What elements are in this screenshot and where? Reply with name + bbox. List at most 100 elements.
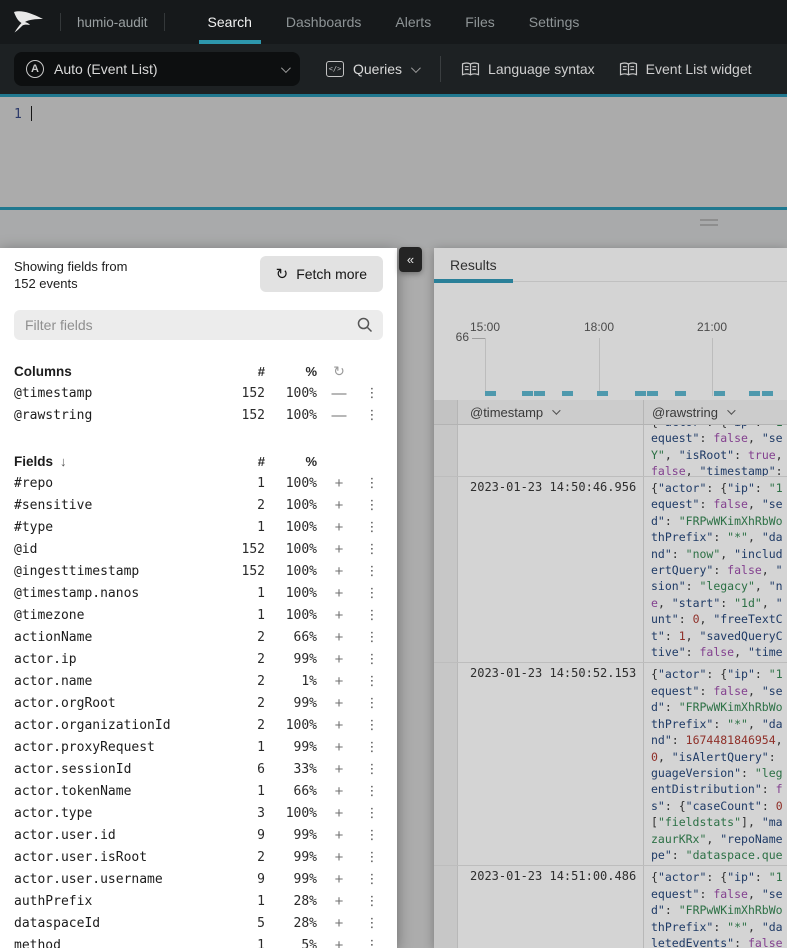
field-menu-icon[interactable]: ⋮ (361, 916, 383, 931)
field-action-icon[interactable]: + (317, 739, 361, 756)
histogram-bar[interactable] (534, 391, 545, 396)
histogram-bar[interactable] (675, 391, 686, 396)
nav-item-search[interactable]: Search (191, 0, 269, 44)
field-action-icon[interactable]: + (317, 849, 361, 866)
collapse-panel-button[interactable]: « (399, 247, 422, 272)
histogram-bar[interactable] (597, 391, 608, 396)
field-row[interactable]: dataspaceId 5 28% + ⋮ (14, 912, 383, 934)
histogram-bar[interactable] (522, 391, 533, 396)
field-row[interactable]: actor.user.username 9 99% + ⋮ (14, 868, 383, 890)
field-row[interactable]: actor.proxyRequest 1 99% + ⋮ (14, 736, 383, 758)
event-row[interactable]: 2023-01-23 14:45:45.093 {"actor": {"ip":… (434, 425, 787, 477)
event-histogram[interactable]: 66 15:0018:0021:00 (434, 282, 787, 400)
field-action-icon[interactable]: + (317, 717, 361, 734)
field-row[interactable]: actor.orgRoot 2 99% + ⋮ (14, 692, 383, 714)
field-action-icon[interactable]: — (317, 385, 361, 402)
field-row[interactable]: @timezone 1 100% + ⋮ (14, 604, 383, 626)
field-action-icon[interactable]: + (317, 937, 361, 948)
field-menu-icon[interactable]: ⋮ (361, 828, 383, 843)
field-action-icon[interactable]: + (317, 651, 361, 668)
column-header-timestamp[interactable]: @timestamp (458, 400, 643, 424)
field-row[interactable]: @timestamp 152 100% — ⋮ (14, 382, 383, 404)
refresh-columns-icon[interactable]: ↻ (317, 363, 361, 380)
fetch-more-button[interactable]: ↻ Fetch more (260, 256, 383, 292)
field-action-icon[interactable]: + (317, 915, 361, 932)
field-action-icon[interactable]: + (317, 761, 361, 778)
field-action-icon[interactable]: + (317, 629, 361, 646)
field-row[interactable]: @rawstring 152 100% — ⋮ (14, 404, 383, 426)
field-menu-icon[interactable]: ⋮ (361, 630, 383, 645)
field-row[interactable]: #type 1 100% + ⋮ (14, 516, 383, 538)
histogram-bar[interactable] (749, 391, 760, 396)
field-row[interactable]: actor.ip 2 99% + ⋮ (14, 648, 383, 670)
field-menu-icon[interactable]: ⋮ (361, 850, 383, 865)
field-row[interactable]: #sensitive 2 100% + ⋮ (14, 494, 383, 516)
field-row[interactable]: actor.user.id 9 99% + ⋮ (14, 824, 383, 846)
sort-descending-icon[interactable]: ↓ (60, 454, 67, 469)
field-action-icon[interactable]: + (317, 497, 361, 514)
nav-item-dashboards[interactable]: Dashboards (269, 0, 379, 44)
field-action-icon[interactable]: + (317, 695, 361, 712)
field-action-icon[interactable]: + (317, 563, 361, 580)
tab-results[interactable]: Results (434, 248, 513, 282)
field-row[interactable]: @id 152 100% + ⋮ (14, 538, 383, 560)
field-row[interactable]: @timestamp.nanos 1 100% + ⋮ (14, 582, 383, 604)
field-row[interactable]: actor.user.isRoot 2 99% + ⋮ (14, 846, 383, 868)
nav-item-alerts[interactable]: Alerts (378, 0, 448, 44)
field-row[interactable]: actionName 2 66% + ⋮ (14, 626, 383, 648)
field-menu-icon[interactable]: ⋮ (361, 806, 383, 821)
queries-dropdown[interactable]: </> Queries (326, 61, 418, 77)
language-syntax-link[interactable]: Language syntax (461, 61, 595, 77)
crowdstrike-falcon-logo-icon[interactable] (12, 9, 48, 35)
histogram-bar[interactable] (485, 391, 496, 396)
repository-name[interactable]: humio-audit (73, 15, 152, 30)
field-menu-icon[interactable]: ⋮ (361, 586, 383, 601)
field-menu-icon[interactable]: ⋮ (361, 608, 383, 623)
field-menu-icon[interactable]: ⋮ (361, 520, 383, 535)
field-menu-icon[interactable]: ⋮ (361, 762, 383, 777)
field-row[interactable]: authPrefix 1 28% + ⋮ (14, 890, 383, 912)
histogram-bar[interactable] (714, 391, 725, 396)
column-header-rawstring[interactable]: @rawstring (643, 400, 787, 424)
field-action-icon[interactable]: + (317, 541, 361, 558)
histogram-bar[interactable] (562, 391, 573, 396)
field-action-icon[interactable]: + (317, 783, 361, 800)
field-row[interactable]: method 1 5% + ⋮ (14, 934, 383, 948)
field-row[interactable]: #repo 1 100% + ⋮ (14, 472, 383, 494)
field-action-icon[interactable]: + (317, 475, 361, 492)
field-action-icon[interactable]: + (317, 607, 361, 624)
field-action-icon[interactable]: + (317, 827, 361, 844)
nav-item-files[interactable]: Files (448, 0, 512, 44)
event-row[interactable]: 2023-01-23 14:50:46.956 {"actor": {"ip":… (434, 477, 787, 663)
field-action-icon[interactable]: + (317, 893, 361, 910)
field-menu-icon[interactable]: ⋮ (361, 498, 383, 513)
histogram-bar[interactable] (647, 391, 658, 396)
field-row[interactable]: actor.sessionId 6 33% + ⋮ (14, 758, 383, 780)
resize-handle[interactable] (700, 219, 718, 229)
event-row[interactable]: 2023-01-23 14:51:00.486 {"actor": {"ip":… (434, 866, 787, 948)
field-menu-icon[interactable]: ⋮ (361, 894, 383, 909)
nav-item-settings[interactable]: Settings (512, 0, 597, 44)
field-menu-icon[interactable]: ⋮ (361, 564, 383, 579)
field-menu-icon[interactable]: ⋮ (361, 784, 383, 799)
view-selector-dropdown[interactable]: A Auto (Event List) (14, 52, 300, 86)
field-action-icon[interactable]: — (317, 407, 361, 424)
field-action-icon[interactable]: + (317, 673, 361, 690)
field-menu-icon[interactable]: ⋮ (361, 872, 383, 887)
field-action-icon[interactable]: + (317, 805, 361, 822)
histogram-bar[interactable] (635, 391, 646, 396)
histogram-bar[interactable] (762, 391, 773, 396)
field-row[interactable]: actor.tokenName 1 66% + ⋮ (14, 780, 383, 802)
filter-fields-input[interactable] (14, 310, 383, 340)
field-menu-icon[interactable]: ⋮ (361, 696, 383, 711)
field-row[interactable]: actor.name 2 1% + ⋮ (14, 670, 383, 692)
field-action-icon[interactable]: + (317, 585, 361, 602)
field-menu-icon[interactable]: ⋮ (361, 674, 383, 689)
event-row[interactable]: 2023-01-23 14:50:52.153 {"actor": {"ip":… (434, 663, 787, 866)
field-row[interactable]: @ingesttimestamp 152 100% + ⋮ (14, 560, 383, 582)
field-menu-icon[interactable]: ⋮ (361, 718, 383, 733)
field-menu-icon[interactable]: ⋮ (361, 386, 383, 401)
field-menu-icon[interactable]: ⋮ (361, 652, 383, 667)
field-menu-icon[interactable]: ⋮ (361, 408, 383, 423)
field-menu-icon[interactable]: ⋮ (361, 740, 383, 755)
